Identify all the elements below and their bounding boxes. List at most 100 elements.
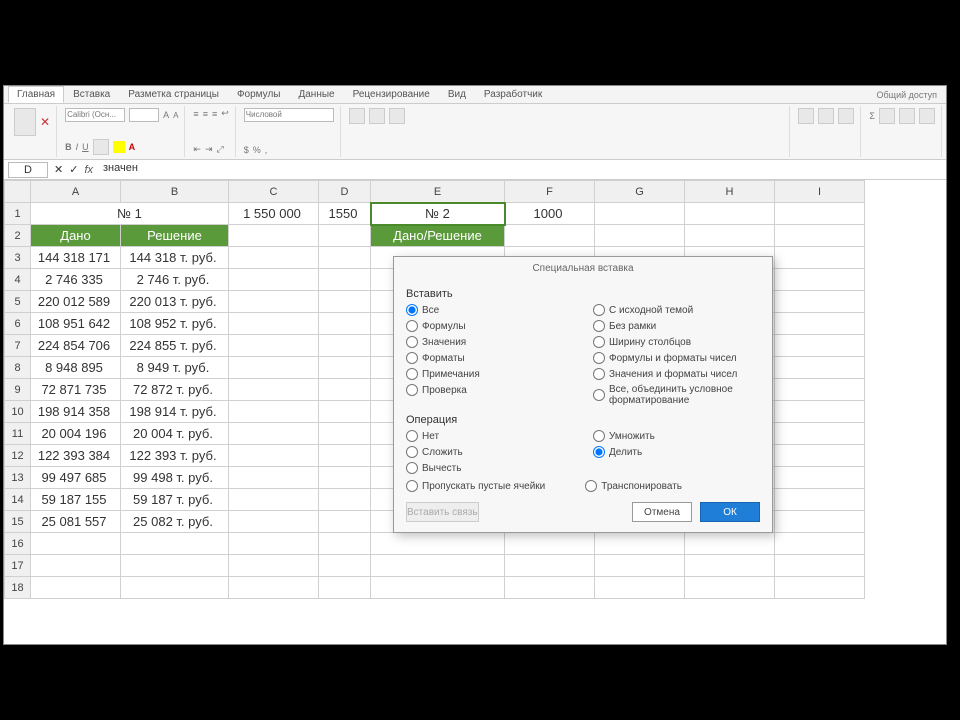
cell[interactable]: [229, 313, 319, 335]
cell[interactable]: [229, 357, 319, 379]
cell[interactable]: [775, 467, 865, 489]
radio-option[interactable]: Вычесть: [406, 462, 573, 474]
font-name-select[interactable]: Calibri (Осн...: [65, 108, 125, 122]
cell[interactable]: [595, 203, 685, 225]
cell[interactable]: [775, 313, 865, 335]
radio-option[interactable]: Нет: [406, 430, 573, 442]
cancel-entry-icon[interactable]: ✕: [54, 163, 63, 176]
cell[interactable]: [319, 313, 371, 335]
row-header[interactable]: 11: [5, 423, 31, 445]
radio-option[interactable]: Без рамки: [593, 320, 760, 332]
fx-icon[interactable]: fx: [84, 164, 93, 176]
decrease-font-icon[interactable]: A: [173, 111, 178, 120]
insert-cell-icon[interactable]: [798, 108, 814, 124]
increase-font-icon[interactable]: A: [163, 110, 169, 120]
radio-option[interactable]: Ширину столбцов: [593, 336, 760, 348]
row-header[interactable]: 2: [5, 225, 31, 247]
radio-option[interactable]: Проверка: [406, 384, 573, 396]
row-header[interactable]: 17: [5, 555, 31, 577]
cell[interactable]: [775, 379, 865, 401]
radio-input[interactable]: [406, 430, 418, 442]
radio-option[interactable]: С исходной темой: [593, 304, 760, 316]
cell[interactable]: 2 746 335: [31, 269, 121, 291]
cell[interactable]: 20 004 196: [31, 423, 121, 445]
radio-option[interactable]: Сложить: [406, 446, 573, 458]
cell[interactable]: [229, 577, 319, 599]
radio-input[interactable]: [593, 320, 605, 332]
cell[interactable]: 25 081 557: [31, 511, 121, 533]
cell[interactable]: [775, 445, 865, 467]
confirm-entry-icon[interactable]: ✓: [69, 163, 78, 176]
format-table-icon[interactable]: [369, 108, 385, 124]
cell[interactable]: [229, 445, 319, 467]
cell[interactable]: [685, 203, 775, 225]
cell[interactable]: 144 318 171: [31, 247, 121, 269]
col-header-I[interactable]: I: [775, 181, 865, 203]
cell[interactable]: [595, 555, 685, 577]
cell[interactable]: 8 948 895: [31, 357, 121, 379]
radio-input[interactable]: [406, 368, 418, 380]
cell[interactable]: 25 082 т. руб.: [121, 511, 229, 533]
cell[interactable]: [775, 291, 865, 313]
cell[interactable]: [319, 357, 371, 379]
indent-decrease-icon[interactable]: ⇤: [193, 144, 201, 155]
cell[interactable]: [229, 489, 319, 511]
tab-developer[interactable]: Разработчик: [475, 86, 551, 103]
paste-icon[interactable]: [14, 108, 36, 136]
cell[interactable]: [775, 401, 865, 423]
cell[interactable]: [685, 577, 775, 599]
name-box[interactable]: D: [8, 162, 48, 178]
cell[interactable]: [319, 511, 371, 533]
cell[interactable]: [319, 445, 371, 467]
radio-input[interactable]: [406, 304, 418, 316]
radio-option[interactable]: Все, объединить условное форматирование: [593, 384, 760, 406]
cell[interactable]: [319, 225, 371, 247]
cell-header-combined[interactable]: Дано/Решение: [371, 225, 505, 247]
cell[interactable]: [229, 401, 319, 423]
currency-icon[interactable]: $: [244, 145, 249, 155]
radio-input[interactable]: [593, 446, 605, 458]
align-center-icon[interactable]: ≡: [203, 109, 208, 119]
cell[interactable]: [319, 423, 371, 445]
radio-option[interactable]: Значения и форматы чисел: [593, 368, 760, 380]
cell[interactable]: [319, 335, 371, 357]
indent-increase-icon[interactable]: ⇥: [205, 144, 213, 155]
radio-input[interactable]: [406, 336, 418, 348]
find-icon[interactable]: [919, 108, 935, 124]
cell[interactable]: [319, 401, 371, 423]
cell[interactable]: [121, 533, 229, 555]
radio-option[interactable]: Все: [406, 304, 573, 316]
tab-formulas[interactable]: Формулы: [228, 86, 290, 103]
transpose-checkbox[interactable]: Транспонировать: [585, 480, 682, 492]
select-all-corner[interactable]: [5, 181, 31, 203]
number-format-select[interactable]: Числовой: [244, 108, 334, 122]
align-left-icon[interactable]: ≡: [193, 109, 198, 119]
radio-option[interactable]: Формулы: [406, 320, 573, 332]
radio-input[interactable]: [593, 430, 605, 442]
cell-header-dano[interactable]: Дано: [31, 225, 121, 247]
cell[interactable]: 2 746 т. руб.: [121, 269, 229, 291]
cell[interactable]: [775, 511, 865, 533]
cell[interactable]: [775, 269, 865, 291]
cell[interactable]: [775, 225, 865, 247]
cell[interactable]: [595, 225, 685, 247]
cell[interactable]: [229, 533, 319, 555]
radio-input[interactable]: [593, 368, 605, 380]
cell[interactable]: 220 013 т. руб.: [121, 291, 229, 313]
cell[interactable]: 122 393 т. руб.: [121, 445, 229, 467]
percent-icon[interactable]: %: [253, 145, 261, 155]
radio-input[interactable]: [406, 352, 418, 364]
cell[interactable]: [121, 555, 229, 577]
insert-link-button[interactable]: Вставить связь: [406, 502, 479, 522]
cell[interactable]: [319, 577, 371, 599]
cell[interactable]: 20 004 т. руб.: [121, 423, 229, 445]
cell[interactable]: 59 187 т. руб.: [121, 489, 229, 511]
row-header[interactable]: 9: [5, 379, 31, 401]
cell[interactable]: [229, 423, 319, 445]
cell-selected[interactable]: № 2: [371, 203, 505, 225]
fill-icon[interactable]: [879, 108, 895, 124]
share-label[interactable]: Общий доступ: [868, 87, 946, 103]
cell[interactable]: [319, 269, 371, 291]
cell[interactable]: 108 951 642: [31, 313, 121, 335]
row-header[interactable]: 7: [5, 335, 31, 357]
